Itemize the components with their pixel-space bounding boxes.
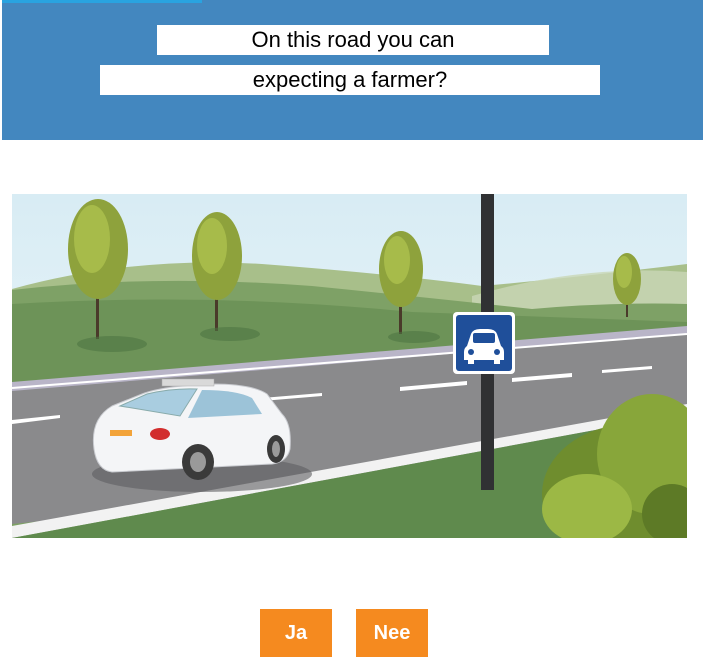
answer-yes-button[interactable]: Ja — [260, 609, 332, 657]
road-scene-illustration — [12, 194, 687, 538]
answer-no-button[interactable]: Nee — [356, 609, 428, 657]
car-road-sign-icon — [453, 312, 515, 374]
progress-accent-bar — [2, 0, 202, 3]
roof-sign — [161, 378, 215, 387]
question-header: On this road you can expecting a farmer? — [2, 0, 703, 140]
question-line-2: expecting a farmer? — [100, 65, 600, 95]
question-line-1: On this road you can — [157, 25, 549, 55]
